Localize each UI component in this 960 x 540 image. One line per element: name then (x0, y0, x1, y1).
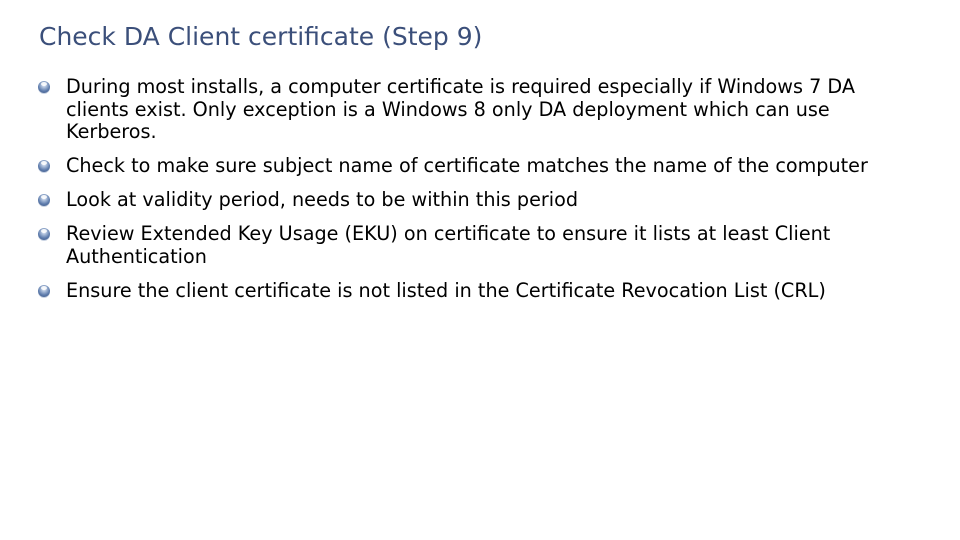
bullet-item: During most installs, a computer certifi… (38, 75, 918, 144)
slide-title: Check DA Client certificate (Step 9) (39, 22, 483, 51)
bullet-text: Check to make sure subject name of certi… (66, 154, 868, 177)
bullet-orb-icon (38, 228, 50, 240)
bullet-text: Ensure the client certificate is not lis… (66, 278, 826, 302)
bullet-item: Look at validity period, needs to be wit… (38, 188, 918, 212)
bullet-item: Check to make sure subject name of certi… (38, 154, 918, 178)
bullet-text: Review Extended Key Usage (EKU) on certi… (66, 222, 831, 268)
bullet-orb-icon (38, 284, 50, 297)
bullet-orb-icon (38, 160, 50, 172)
bullet-list: During most installs, a computer certifi… (38, 75, 918, 314)
bullet-item: Ensure the client certificate is not lis… (38, 278, 918, 303)
bullet-orb-icon (38, 194, 50, 206)
bullet-text: Look at validity period, needs to be wit… (66, 188, 579, 211)
bullet-item: Review Extended Key Usage (EKU) on certi… (38, 222, 918, 268)
bullet-orb-icon (38, 81, 50, 93)
bullet-text: During most installs, a computer certifi… (66, 75, 855, 143)
slide: Check DA Client certificate (Step 9) Dur… (0, 0, 960, 540)
